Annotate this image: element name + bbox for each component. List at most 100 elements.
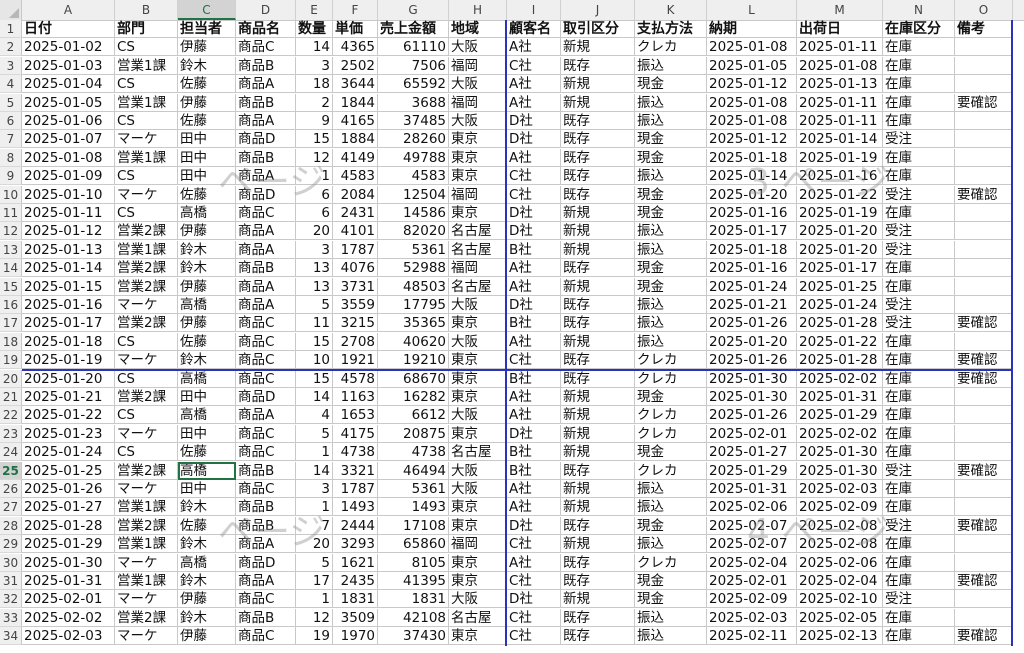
table-cell[interactable]: 2025-01-30 xyxy=(707,388,797,406)
row-header-17[interactable]: 17 xyxy=(0,314,22,333)
table-cell[interactable]: A社 xyxy=(507,332,561,351)
table-cell[interactable]: 2084 xyxy=(333,185,378,204)
table-cell[interactable]: 在庫 xyxy=(883,572,955,590)
header-cell[interactable]: 売上金額 xyxy=(378,20,449,38)
table-cell[interactable]: 既存 xyxy=(561,608,635,627)
table-cell[interactable]: 4 xyxy=(296,406,333,425)
row-header-27[interactable]: 27 xyxy=(0,498,22,517)
table-cell[interactable]: 東京 xyxy=(449,516,507,535)
table-cell[interactable] xyxy=(955,259,1013,278)
table-cell[interactable]: CS xyxy=(115,38,178,57)
table-cell[interactable]: 14 xyxy=(296,388,333,406)
table-cell[interactable]: 商品C xyxy=(236,627,296,646)
table-cell[interactable]: 商品B xyxy=(236,93,296,112)
row-header-3[interactable]: 3 xyxy=(0,56,22,75)
table-cell[interactable]: 商品C xyxy=(236,204,296,222)
table-cell[interactable]: 振込 xyxy=(635,112,707,130)
table-cell[interactable]: 1831 xyxy=(333,590,378,609)
table-cell[interactable]: 商品C xyxy=(236,38,296,57)
table-cell[interactable]: CS xyxy=(115,406,178,425)
table-cell[interactable]: 2025-01-16 xyxy=(707,204,797,222)
table-cell[interactable]: 商品A xyxy=(236,167,296,186)
table-cell[interactable]: 4578 xyxy=(333,369,378,388)
table-cell[interactable]: 4583 xyxy=(333,167,378,186)
table-cell[interactable]: 37485 xyxy=(378,112,449,130)
table-cell[interactable]: 大阪 xyxy=(449,480,507,498)
table-cell[interactable] xyxy=(955,222,1013,241)
table-cell[interactable]: 高橋 xyxy=(178,369,236,388)
table-cell[interactable]: 2025-01-23 xyxy=(22,424,115,443)
table-cell[interactable]: 要確認 xyxy=(955,185,1013,204)
table-cell[interactable]: 2025-01-15 xyxy=(22,277,115,296)
row-header-32[interactable]: 32 xyxy=(0,590,22,609)
table-cell[interactable]: A社 xyxy=(507,259,561,278)
table-cell[interactable]: 2025-02-01 xyxy=(707,572,797,590)
table-cell[interactable]: 在庫 xyxy=(883,148,955,167)
table-cell[interactable]: 2025-01-22 xyxy=(797,332,883,351)
table-cell[interactable]: 現金 xyxy=(635,75,707,94)
table-cell[interactable]: 2025-01-21 xyxy=(22,388,115,406)
table-cell[interactable]: 2025-02-10 xyxy=(797,590,883,609)
table-cell[interactable]: A社 xyxy=(507,480,561,498)
column-header-k[interactable]: K xyxy=(635,0,707,20)
row-header-4[interactable]: 4 xyxy=(0,75,22,94)
row-header-1[interactable]: 1 xyxy=(0,20,22,38)
column-header-d[interactable]: D xyxy=(236,0,296,20)
table-cell[interactable]: 2025-01-24 xyxy=(22,443,115,462)
table-cell[interactable]: 2025-01-11 xyxy=(22,204,115,222)
table-cell[interactable]: 在庫 xyxy=(883,277,955,296)
table-cell[interactable]: 61110 xyxy=(378,38,449,57)
table-cell[interactable]: 3321 xyxy=(333,461,378,480)
table-cell[interactable]: 17795 xyxy=(378,296,449,314)
table-cell[interactable]: 2502 xyxy=(333,56,378,75)
table-cell[interactable]: 新規 xyxy=(561,222,635,241)
table-cell[interactable]: 商品A xyxy=(236,277,296,296)
header-cell[interactable]: 部門 xyxy=(115,20,178,38)
table-cell[interactable]: 在庫 xyxy=(883,627,955,646)
table-cell[interactable]: 振込 xyxy=(635,296,707,314)
table-cell[interactable]: マーケ xyxy=(115,130,178,149)
table-cell[interactable]: 東京 xyxy=(449,388,507,406)
row-header-31[interactable]: 31 xyxy=(0,572,22,590)
table-cell[interactable]: 新規 xyxy=(561,443,635,462)
column-header-o[interactable]: O xyxy=(955,0,1013,20)
table-cell[interactable]: 商品D xyxy=(236,388,296,406)
table-cell[interactable]: 2025-01-20 xyxy=(707,185,797,204)
table-cell[interactable]: 商品A xyxy=(236,572,296,590)
table-cell[interactable]: 在庫 xyxy=(883,112,955,130)
table-cell[interactable]: 5 xyxy=(296,424,333,443)
table-cell[interactable]: 振込 xyxy=(635,167,707,186)
table-cell[interactable]: 2025-02-01 xyxy=(707,424,797,443)
table-cell[interactable]: 受注 xyxy=(883,130,955,149)
table-cell[interactable]: 1970 xyxy=(333,627,378,646)
table-cell[interactable] xyxy=(955,406,1013,425)
table-cell[interactable]: D社 xyxy=(507,296,561,314)
table-cell[interactable]: 65860 xyxy=(378,535,449,554)
table-cell[interactable]: 15 xyxy=(296,369,333,388)
table-cell[interactable]: 既存 xyxy=(561,572,635,590)
table-cell[interactable]: 2025-01-18 xyxy=(707,240,797,259)
table-cell[interactable]: 在庫 xyxy=(883,93,955,112)
table-cell[interactable]: A社 xyxy=(507,388,561,406)
table-cell[interactable]: 伊藤 xyxy=(178,314,236,333)
table-cell[interactable]: 1 xyxy=(296,590,333,609)
table-cell[interactable]: 既存 xyxy=(561,148,635,167)
table-cell[interactable]: 鈴木 xyxy=(178,56,236,75)
table-cell[interactable]: クレカ xyxy=(635,461,707,480)
table-cell[interactable]: 要確認 xyxy=(955,369,1013,388)
table-cell[interactable]: 既存 xyxy=(561,185,635,204)
table-cell[interactable]: B社 xyxy=(507,314,561,333)
table-cell[interactable]: 2025-02-06 xyxy=(707,498,797,517)
table-cell[interactable]: 2025-01-11 xyxy=(797,38,883,57)
table-cell[interactable]: 既存 xyxy=(561,461,635,480)
table-cell[interactable]: 2025-01-28 xyxy=(797,314,883,333)
table-cell[interactable]: 4738 xyxy=(378,443,449,462)
table-cell[interactable]: 6612 xyxy=(378,406,449,425)
table-cell[interactable] xyxy=(955,480,1013,498)
table-cell[interactable]: 9 xyxy=(296,112,333,130)
table-cell[interactable]: 大阪 xyxy=(449,296,507,314)
table-cell[interactable]: 現金 xyxy=(635,204,707,222)
table-cell[interactable]: 鈴木 xyxy=(178,259,236,278)
table-cell[interactable]: 現金 xyxy=(635,388,707,406)
table-cell[interactable]: 1884 xyxy=(333,130,378,149)
